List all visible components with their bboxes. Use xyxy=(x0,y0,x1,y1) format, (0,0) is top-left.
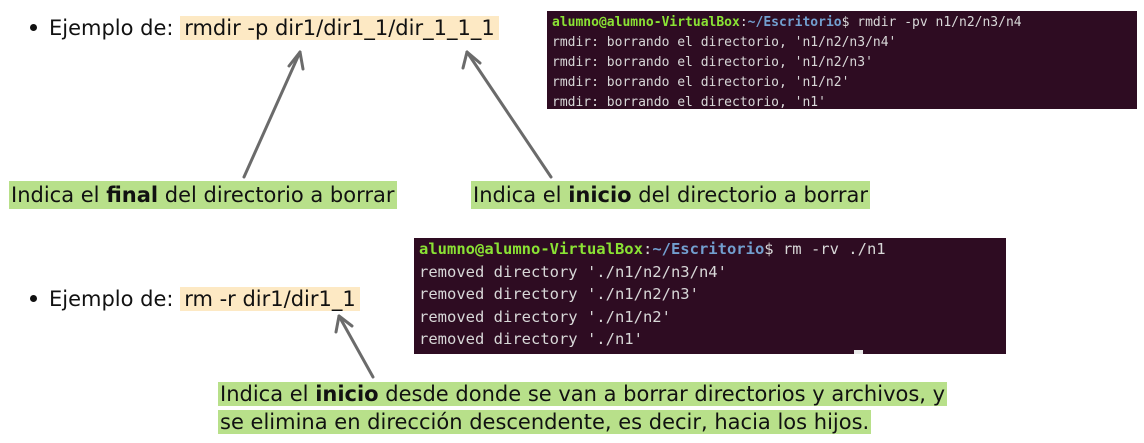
note-final-bold: final xyxy=(106,183,159,207)
example1-bullet: Ejemplo de: rmdir -p dir1/dir1_1/dir_1_1… xyxy=(30,13,499,43)
arrow-to-final xyxy=(242,50,305,179)
note-rm-line1: Indica el inicio desde donde se van a bo… xyxy=(218,382,948,406)
bullet-icon xyxy=(30,294,37,302)
note-rm-bold: inicio xyxy=(315,382,379,406)
terminal2-output-line: removed directory './n1' xyxy=(419,330,643,348)
example2-bullet: Ejemplo de: rm -r dir1/dir1_1 xyxy=(30,284,360,314)
terminal1-output-line: rmdir: borrando el directorio, 'n1/n2/n3… xyxy=(552,35,897,50)
terminal2-user: alumno@alumno-VirtualBox xyxy=(419,240,643,258)
note-final-after: del directorio a borrar xyxy=(158,183,395,207)
terminal1-user: alumno@alumno-VirtualBox xyxy=(552,15,740,30)
bullet-icon xyxy=(30,23,37,31)
note-inicio-bold: inicio xyxy=(568,183,632,207)
note-inicio-before: Indica el xyxy=(473,183,569,207)
note-inicio: Indica el inicio del directorio a borrar xyxy=(471,181,871,209)
terminal-cursor xyxy=(854,350,863,354)
example1-command: rmdir -p dir1/dir1_1/dir_1_1_1 xyxy=(180,16,499,40)
note-inicio-after: del directorio a borrar xyxy=(631,183,869,207)
terminal2-sep: : xyxy=(642,240,653,258)
terminal2-output-line: removed directory './n1/n2/n3/n4' xyxy=(419,262,727,281)
terminal1-prompt: $ rmdir -pv n1/n2/n3/n4 xyxy=(841,15,1022,30)
example2-prefix: Ejemplo de: xyxy=(49,287,174,311)
arrow-to-inicio xyxy=(461,50,553,179)
terminal1-sep: : xyxy=(739,15,748,30)
example1-prefix: Ejemplo de: xyxy=(49,16,174,40)
note-rm-before: Indica el xyxy=(220,382,316,406)
terminal2-output-line: removed directory './n1/n2' xyxy=(419,307,671,326)
terminal2-prompt: $ rm -rv ./n1 xyxy=(764,240,886,258)
arrow-to-rm-inicio xyxy=(334,314,375,379)
note-rm: Indica el inicio desde donde se van a bo… xyxy=(218,380,948,436)
terminal1-prompt-row: alumno@alumno-VirtualBox:~/Escritorio$ r… xyxy=(552,13,1137,33)
terminal2-output-line: removed directory './n1/n2/n3' xyxy=(419,285,699,303)
note-final: Indica el final del directorio a borrar xyxy=(9,181,397,209)
terminal1-output-line: rmdir: borrando el directorio, 'n1/n2/n3… xyxy=(552,55,873,70)
terminal1-output-line: rmdir: borrando el directorio, 'n1' xyxy=(552,95,826,109)
terminal2-prompt-row: alumno@alumno-VirtualBox:~/Escritorio$ r… xyxy=(419,238,1006,261)
example2-command: rm -r dir1/dir1_1 xyxy=(180,287,360,311)
note-final-before: Indica el xyxy=(11,183,107,207)
terminal2-path: ~/Escritorio xyxy=(652,240,765,258)
terminal1: alumno@alumno-VirtualBox:~/Escritorio$ r… xyxy=(547,11,1137,109)
note-rm-line2: se elimina en dirección descendente, es … xyxy=(218,410,872,434)
terminal1-path: ~/Escritorio xyxy=(747,15,842,30)
note-rm-after: desde donde se van a borrar directorios … xyxy=(378,382,946,406)
terminal2: alumno@alumno-VirtualBox:~/Escritorio$ r… xyxy=(414,238,1006,354)
terminal1-output-line: rmdir: borrando el directorio, 'n1/n2' xyxy=(552,75,850,90)
